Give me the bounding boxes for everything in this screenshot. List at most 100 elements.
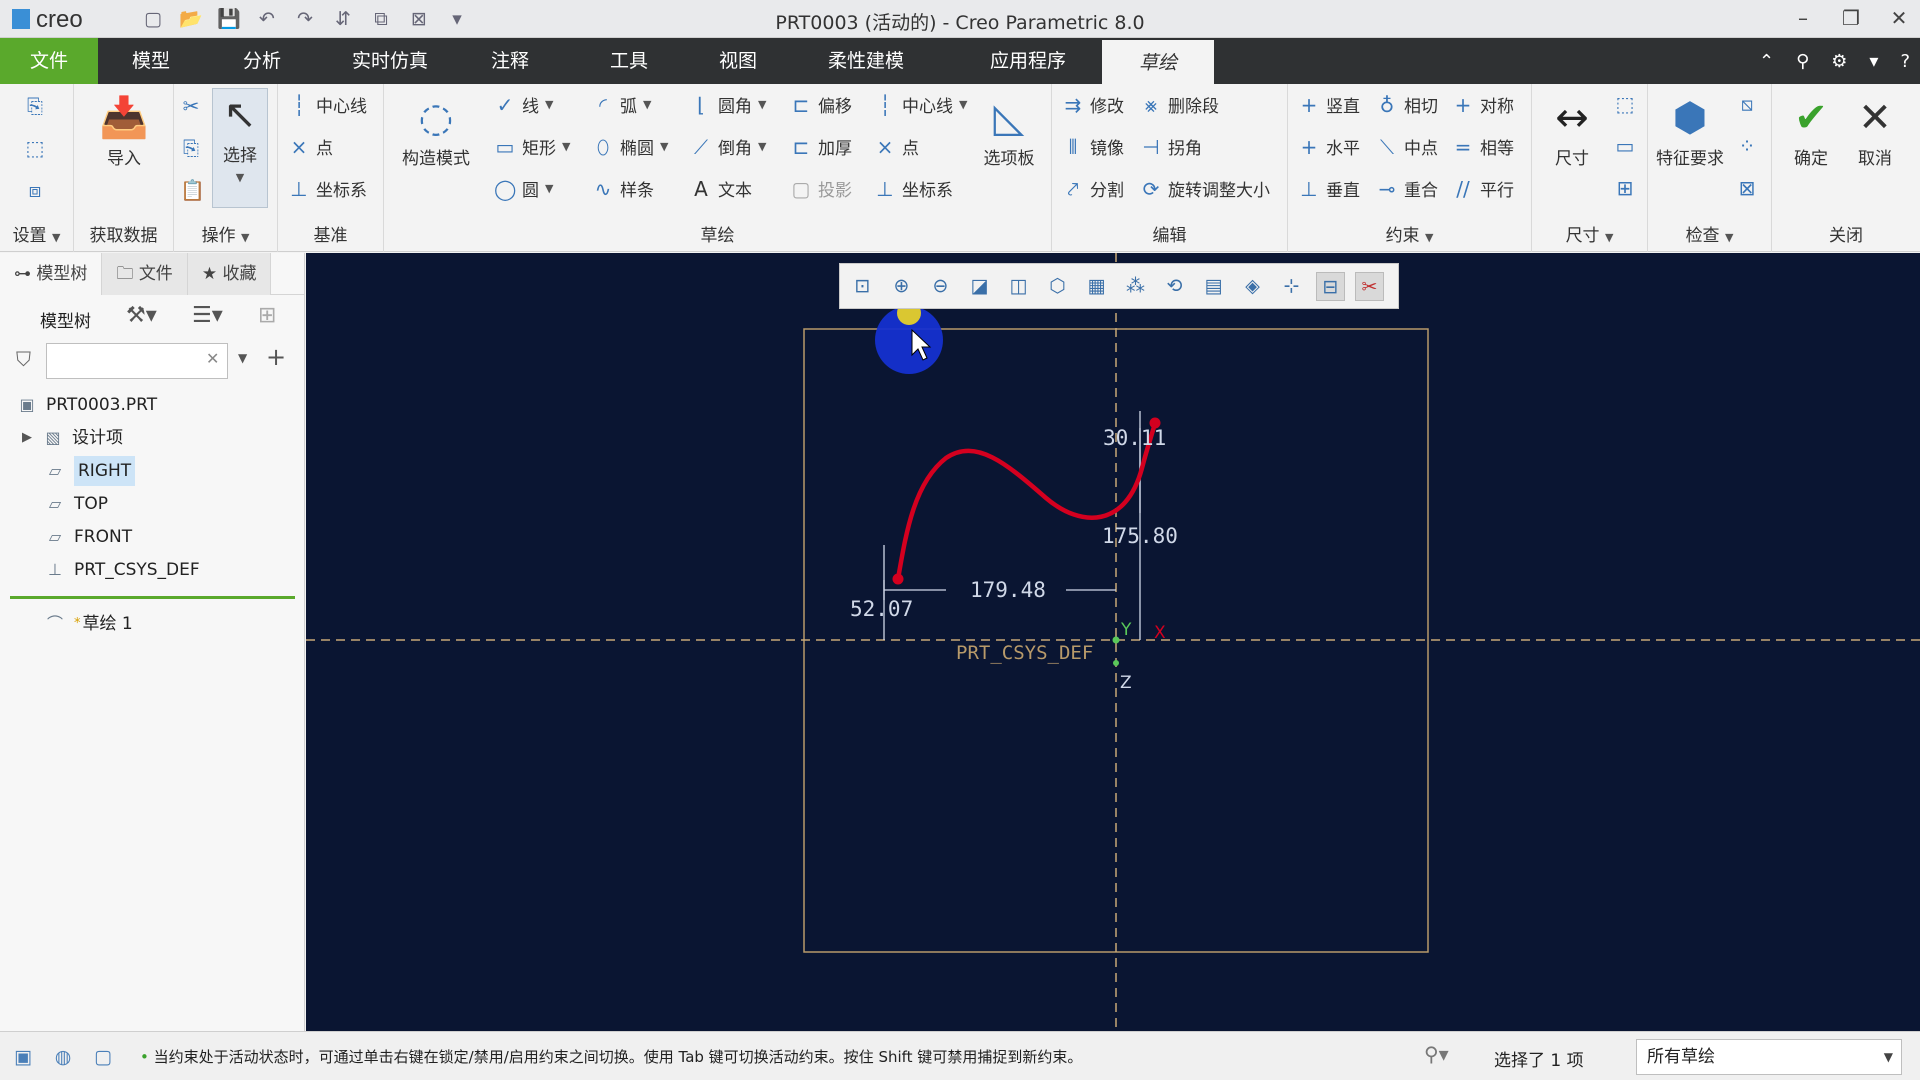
- tree-item-part[interactable]: ▣ PRT0003.PRT: [16, 390, 157, 420]
- group-label-operations[interactable]: 操作 ▼: [174, 221, 277, 246]
- tab-applications[interactable]: 应用程序: [954, 38, 1102, 84]
- text-button[interactable]: A 文本: [690, 176, 752, 202]
- expand-arrow-icon[interactable]: ▶: [22, 423, 42, 453]
- repaint-icon[interactable]: ◪: [965, 272, 994, 301]
- feature-requirements-button[interactable]: ⬢ 特征要求: [1650, 92, 1730, 169]
- find-icon[interactable]: ⚲▾: [1424, 1042, 1449, 1066]
- group-label-dimension[interactable]: 尺寸 ▼: [1532, 221, 1647, 246]
- zoom-out-icon[interactable]: ⊖: [926, 272, 955, 301]
- tab-file[interactable]: 文件: [0, 38, 98, 84]
- dim-text-2[interactable]: 175.80: [1102, 524, 1178, 548]
- regenerate-icon[interactable]: ⇵: [330, 6, 356, 32]
- tree-settings-icon[interactable]: ⚒▾: [126, 303, 157, 328]
- highlight-open-ends-button[interactable]: ⁘: [1736, 134, 1758, 158]
- tab-sketch[interactable]: 草绘: [1102, 38, 1214, 84]
- full-screen-icon[interactable]: ▢: [90, 1044, 116, 1070]
- arc-button[interactable]: ◜ 弧 ▼: [592, 92, 651, 118]
- chamfer-button[interactable]: ⟋ 倒角 ▼: [690, 134, 766, 160]
- palette-button[interactable]: ◺ 选项板: [974, 92, 1044, 169]
- refit-icon[interactable]: ⊡: [848, 272, 877, 301]
- tree-search-input[interactable]: [46, 343, 228, 379]
- saved-orientations-icon[interactable]: ⬡: [1043, 272, 1072, 301]
- baseline-button[interactable]: ▭: [1614, 134, 1636, 158]
- tab-favorites[interactable]: ★ 收藏: [187, 253, 272, 295]
- tab-files[interactable]: 🗀 文件: [102, 253, 188, 295]
- perpendicular-constraint-button[interactable]: ⊥ 垂直: [1298, 176, 1360, 202]
- filter-icon[interactable]: ⛉: [16, 347, 31, 371]
- sketch-canvas[interactable]: 30.11 175.80 179.48 52.07 Y X Z PRT_CSYS…: [306, 253, 1920, 1031]
- datum-csys-button[interactable]: ⊥ 坐标系: [288, 176, 367, 202]
- open-icon[interactable]: 📂: [178, 6, 204, 32]
- search-icon[interactable]: ⚲: [1796, 51, 1809, 72]
- dimension-button[interactable]: ↔ 尺寸: [1536, 92, 1608, 169]
- graphics-window[interactable]: 30.11 175.80 179.48 52.07 Y X Z PRT_CSYS…: [306, 253, 1920, 1031]
- delete-segment-button[interactable]: ⨳ 删除段: [1140, 92, 1219, 118]
- ok-button[interactable]: ✔ 确定: [1780, 92, 1842, 169]
- settings-icon[interactable]: ⚙: [1831, 51, 1847, 72]
- close-window-icon[interactable]: ⊠: [406, 6, 432, 32]
- symmetric-constraint-button[interactable]: + 对称: [1452, 92, 1514, 118]
- help-icon[interactable]: ?: [1900, 51, 1910, 72]
- tab-model-tree[interactable]: ⊶ 模型树: [0, 253, 103, 295]
- copy-button[interactable]: ⎘: [180, 136, 202, 160]
- sketch-view-icon[interactable]: ◈: [1238, 272, 1267, 301]
- divide-button[interactable]: ⤤ 分割: [1062, 176, 1124, 202]
- tree-item-top[interactable]: ▱ TOP: [44, 489, 108, 519]
- ellipse-button[interactable]: ⬯ 椭圆 ▼: [592, 134, 669, 160]
- dim-text-1[interactable]: 30.11: [1103, 426, 1166, 450]
- add-icon[interactable]: +: [266, 343, 286, 371]
- sketch-centerline-button[interactable]: ┆ 中心线 ▼: [874, 92, 968, 118]
- display-style-icon[interactable]: ◫: [1004, 272, 1033, 301]
- collapse-ribbon-icon[interactable]: ⌃: [1759, 51, 1774, 72]
- customize-qat-icon[interactable]: ▾: [444, 6, 470, 32]
- tab-live-simulation[interactable]: 实时仿真: [320, 38, 460, 84]
- dropdown-icon[interactable]: ▾: [1869, 51, 1878, 72]
- thicken-button[interactable]: ⊏ 加厚: [790, 134, 852, 160]
- maximize-icon[interactable]: ❐: [1840, 4, 1862, 32]
- sketch-setup-button[interactable]: ⎘: [24, 94, 46, 118]
- offset-button[interactable]: ⊏ 偏移: [790, 92, 852, 118]
- group-label-constrain[interactable]: 约束 ▼: [1288, 221, 1531, 246]
- datum-display-icon[interactable]: ⁂: [1121, 272, 1150, 301]
- tab-tools[interactable]: 工具: [560, 38, 698, 84]
- show-navigator-icon[interactable]: ▣: [10, 1044, 36, 1070]
- rotate-resize-button[interactable]: ⟳ 旋转调整大小: [1140, 176, 1270, 202]
- constraint-display-icon[interactable]: ✂: [1355, 271, 1384, 301]
- redo-icon[interactable]: ↷: [292, 6, 318, 32]
- tab-analysis[interactable]: 分析: [204, 38, 320, 84]
- show-icon[interactable]: ☰▾: [192, 303, 223, 328]
- parallel-constraint-button[interactable]: //平行: [1452, 176, 1514, 202]
- corner-button[interactable]: ⊣ 拐角: [1140, 134, 1202, 160]
- fillet-button[interactable]: ⌊ 圆角 ▼: [690, 92, 766, 118]
- window-icon[interactable]: ⧉: [368, 6, 394, 32]
- perimeter-button[interactable]: ⬚: [1614, 92, 1636, 116]
- equal-constraint-button[interactable]: = 相等: [1452, 134, 1514, 160]
- paste-button[interactable]: 📋: [180, 178, 205, 202]
- project-button[interactable]: ▢ 投影: [790, 176, 852, 202]
- tab-view[interactable]: 视图: [698, 38, 778, 84]
- new-icon[interactable]: ▢: [140, 6, 166, 32]
- sketcher-display-filter-icon[interactable]: ⊹: [1277, 272, 1306, 301]
- spin-center-icon[interactable]: ⟲: [1160, 272, 1189, 301]
- tab-flexible-modeling[interactable]: 柔性建模: [778, 38, 954, 84]
- shade-closed-loops-button[interactable]: ⊠: [1736, 176, 1758, 200]
- tab-annotate[interactable]: 注释: [460, 38, 560, 84]
- line-button[interactable]: ✓ 线 ▼: [494, 92, 554, 118]
- tree-item-design-items[interactable]: ▶ ▧ 设计项: [22, 423, 123, 453]
- rectangle-button[interactable]: ▭ 矩形 ▼: [494, 134, 571, 160]
- datum-centerline-button[interactable]: ┆ 中心线: [288, 92, 367, 118]
- mirror-button[interactable]: ⫴ 镜像: [1062, 134, 1124, 160]
- reference-dim-button[interactable]: ⊞: [1614, 176, 1636, 200]
- midpoint-constraint-button[interactable]: ⟍ 中点: [1376, 134, 1438, 160]
- cancel-button[interactable]: ✕ 取消: [1844, 92, 1906, 169]
- clear-search-icon[interactable]: ✕: [206, 349, 219, 368]
- show-browser-icon[interactable]: ◍: [50, 1044, 76, 1070]
- dim-text-3[interactable]: 179.48: [970, 578, 1046, 602]
- dim-text-4[interactable]: 52.07: [850, 597, 913, 621]
- tree-filter-icon[interactable]: ⊞: [258, 303, 276, 328]
- tree-item-right[interactable]: ▱ RIGHT: [44, 456, 136, 486]
- minimize-icon[interactable]: –: [1792, 4, 1814, 32]
- spline-button[interactable]: ∿ 样条: [592, 176, 654, 202]
- tree-item-front[interactable]: ▱ FRONT: [44, 522, 132, 552]
- save-icon[interactable]: 💾: [216, 6, 242, 32]
